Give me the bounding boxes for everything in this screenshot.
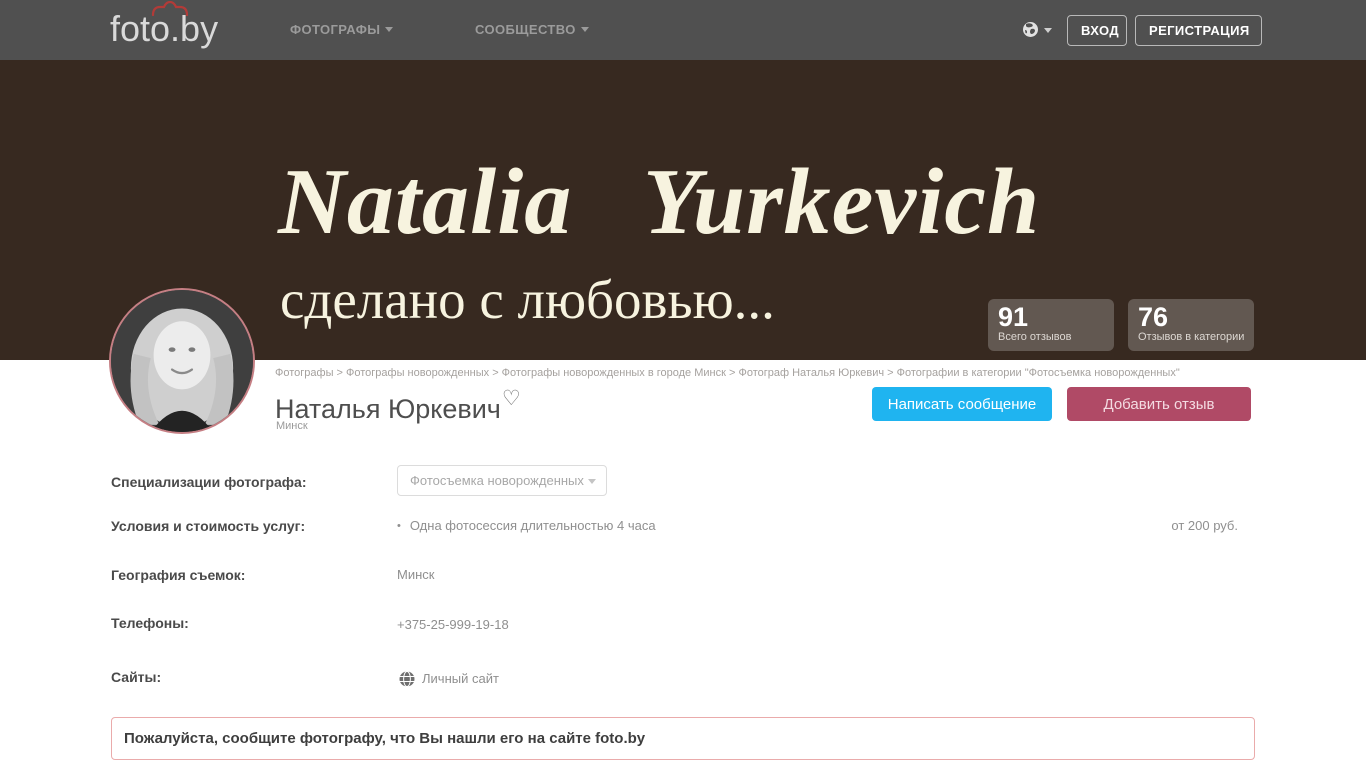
chevron-down-icon [581,27,589,32]
pricing-label: Условия и стоимость услуг: [111,518,305,534]
phones-label: Телефоны: [111,615,189,631]
hero-subtitle: сделано с любовью... [280,268,775,331]
breadcrumb[interactable]: Фотографы > Фотографы новорожденных > Фо… [275,367,1180,379]
bullet-icon: • [397,520,401,532]
nav-menu-photographers[interactable]: ФОТОГРАФЫ [290,22,393,37]
register-button[interactable]: РЕГИСТРАЦИЯ [1135,15,1262,46]
geography-label: География съемок: [111,567,245,583]
notice-banner: Пожалуйста, сообщите фотографу, что Вы н… [111,717,1255,760]
pricing-price: от 200 руб. [1171,518,1238,533]
page: foto.by ФОТОГРАФЫ СООБЩЕСТВО ВХОД РЕГИСТ… [0,0,1366,768]
stat-category-reviews: 76 Отзывов в категории [1128,299,1254,351]
chevron-down-icon [1044,28,1052,33]
hero-title: Natalia Yurkevich [278,148,1040,256]
nav-menu-photographers-label: ФОТОГРАФЫ [290,22,380,37]
stat-category-reviews-label: Отзывов в категории [1138,331,1244,343]
language-switcher[interactable] [1022,21,1052,43]
login-button[interactable]: ВХОД [1067,15,1127,46]
phones-value: +375-25-999-19-18 [397,617,509,632]
personal-site-link-label: Личный сайт [422,671,499,686]
chevron-down-icon [588,479,596,484]
stat-total-reviews-value: 91 [998,303,1104,331]
specializations-select[interactable]: Фотосъемка новорожденных [397,465,607,496]
site-logo[interactable]: foto.by [110,8,218,50]
camera-icon [150,1,190,17]
globe-icon [1022,21,1039,38]
send-message-button[interactable]: Написать сообщение [872,387,1052,421]
stat-total-reviews: 91 Всего отзывов [988,299,1114,351]
chevron-down-icon [385,27,393,32]
photographer-city: Минск [276,420,308,432]
personal-site-link[interactable]: Личный сайт [399,670,499,688]
stat-total-reviews-label: Всего отзывов [998,331,1104,343]
top-navbar: foto.by ФОТОГРАФЫ СООБЩЕСТВО ВХОД РЕГИСТ… [0,0,1366,60]
pricing-item: • Одна фотосессия длительностью 4 часа [397,518,656,533]
stat-category-reviews-value: 76 [1138,303,1244,331]
specializations-select-value: Фотосъемка новорожденных [410,473,584,488]
avatar[interactable] [109,288,255,434]
avatar-portrait [111,290,253,432]
photographer-name: Наталья Юркевич [275,394,501,424]
nav-menu-community-label: СООБЩЕСТВО [475,22,576,37]
nav-menu-community[interactable]: СООБЩЕСТВО [475,22,589,37]
pricing-item-text: Одна фотосессия длительностью 4 часа [410,518,656,533]
sites-label: Сайты: [111,669,161,685]
page-title: Наталья Юркевич♡ [275,386,521,425]
favorite-heart-icon[interactable]: ♡ [502,387,521,410]
add-review-button[interactable]: Добавить отзыв [1067,387,1251,421]
specializations-label: Специализации фотографа: [111,474,306,490]
geography-value: Минск [397,567,434,582]
globe-icon [399,671,415,687]
